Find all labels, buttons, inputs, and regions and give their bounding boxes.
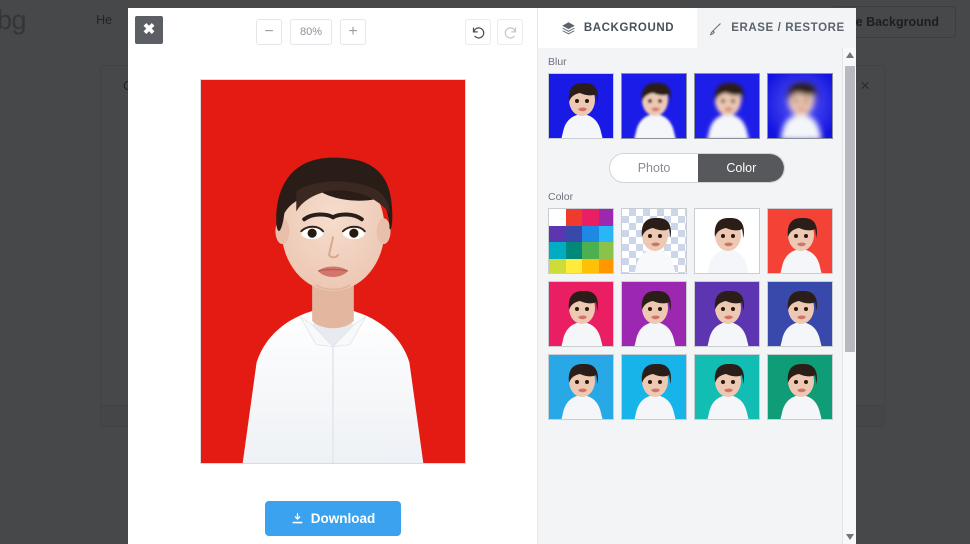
swatch-preview: [634, 218, 676, 273]
source-toggle-group: Photo Color: [608, 153, 786, 183]
swatch-preview: [768, 282, 832, 346]
scrollbar-thumb[interactable]: [845, 66, 855, 352]
history-controls: [465, 19, 523, 45]
caret-down-icon: [846, 534, 854, 540]
layers-icon: [562, 21, 575, 34]
source-toggle-photo[interactable]: Photo: [609, 154, 699, 182]
blur-thumbnail-grid: [538, 73, 838, 139]
editor-toolbar: ✖ − 80% +: [128, 8, 537, 56]
edited-image[interactable]: [200, 78, 466, 464]
image-canvas-area[interactable]: [128, 56, 538, 486]
close-modal-button[interactable]: ✖: [135, 16, 163, 44]
swatch-preview: [695, 209, 759, 273]
download-button[interactable]: Download: [264, 501, 402, 536]
zoom-controls: − 80% +: [256, 19, 366, 45]
redo-icon: [504, 26, 516, 39]
blur-thumb-medium[interactable]: [694, 73, 760, 139]
blur-thumb-preview: [695, 74, 759, 138]
color-section-label: Color: [548, 191, 574, 203]
bg-swatch-white[interactable]: [694, 208, 760, 274]
color-thumbnail-grid: [538, 208, 838, 420]
color-picker-grid: [549, 209, 613, 273]
blur-thumb-preview: [622, 74, 686, 138]
bg-swatch-purple[interactable]: [621, 281, 687, 347]
download-row: Download: [128, 501, 538, 536]
blur-thumb-none[interactable]: [548, 73, 614, 139]
download-icon: [292, 512, 303, 524]
caret-up-icon: [846, 52, 854, 58]
swatch-preview: [695, 282, 759, 346]
brush-icon: [710, 22, 721, 35]
undo-button[interactable]: [465, 19, 491, 45]
tab-erase-restore-label: ERASE / RESTORE: [731, 22, 845, 34]
bg-swatch-red[interactable]: [767, 208, 833, 274]
zoom-in-button[interactable]: +: [340, 19, 366, 45]
swatch-preview: [549, 282, 613, 346]
panel-tabs: BACKGROUND ERASE / RESTORE: [538, 8, 856, 48]
blur-thumb-preview: [768, 74, 832, 138]
source-toggle-color[interactable]: Color: [698, 154, 785, 182]
blur-section-label: Blur: [548, 56, 567, 68]
bg-swatch-teal-green[interactable]: [767, 354, 833, 420]
source-toggle: Photo Color: [538, 153, 856, 183]
tab-erase-restore[interactable]: ERASE / RESTORE: [697, 8, 856, 48]
blur-thumb-preview: [549, 74, 613, 138]
scrollbar-down-button[interactable]: [843, 530, 856, 544]
bg-swatch-transparent[interactable]: [621, 208, 687, 274]
blur-thumb-high[interactable]: [767, 73, 833, 139]
bg-swatch-cyan[interactable]: [621, 354, 687, 420]
bg-swatch-light-blue[interactable]: [548, 354, 614, 420]
tab-background[interactable]: BACKGROUND: [538, 8, 697, 48]
swatch-preview: [622, 355, 686, 419]
swatch-preview: [768, 355, 832, 419]
swatch-preview: [549, 355, 613, 419]
editor-pane: ✖ − 80% + Download: [128, 8, 538, 544]
color-picker-button[interactable]: [548, 208, 614, 274]
panel-scroll-content: Blur Photo Color Color: [538, 48, 856, 544]
swatch-preview: [695, 355, 759, 419]
tab-background-label: BACKGROUND: [583, 22, 675, 34]
scrollbar-up-button[interactable]: [843, 48, 856, 62]
swatch-preview: [768, 209, 832, 273]
undo-icon: [472, 26, 484, 39]
blur-thumb-low[interactable]: [621, 73, 687, 139]
panel-scrollbar[interactable]: [842, 48, 856, 544]
redo-button[interactable]: [497, 19, 523, 45]
portrait-illustration: [201, 79, 465, 463]
bg-swatch-deep-purple[interactable]: [694, 281, 760, 347]
background-panel: BACKGROUND ERASE / RESTORE Blur Photo Co…: [538, 8, 856, 544]
download-button-label: Download: [310, 511, 376, 526]
bg-swatch-pink[interactable]: [548, 281, 614, 347]
zoom-level-value[interactable]: 80%: [290, 19, 332, 45]
swatch-preview: [622, 282, 686, 346]
editor-modal: ✖ − 80% + Download BACKGROUND ERASE / RE…: [128, 8, 856, 544]
zoom-out-button[interactable]: −: [256, 19, 282, 45]
bg-swatch-turquoise[interactable]: [694, 354, 760, 420]
bg-swatch-indigo[interactable]: [767, 281, 833, 347]
